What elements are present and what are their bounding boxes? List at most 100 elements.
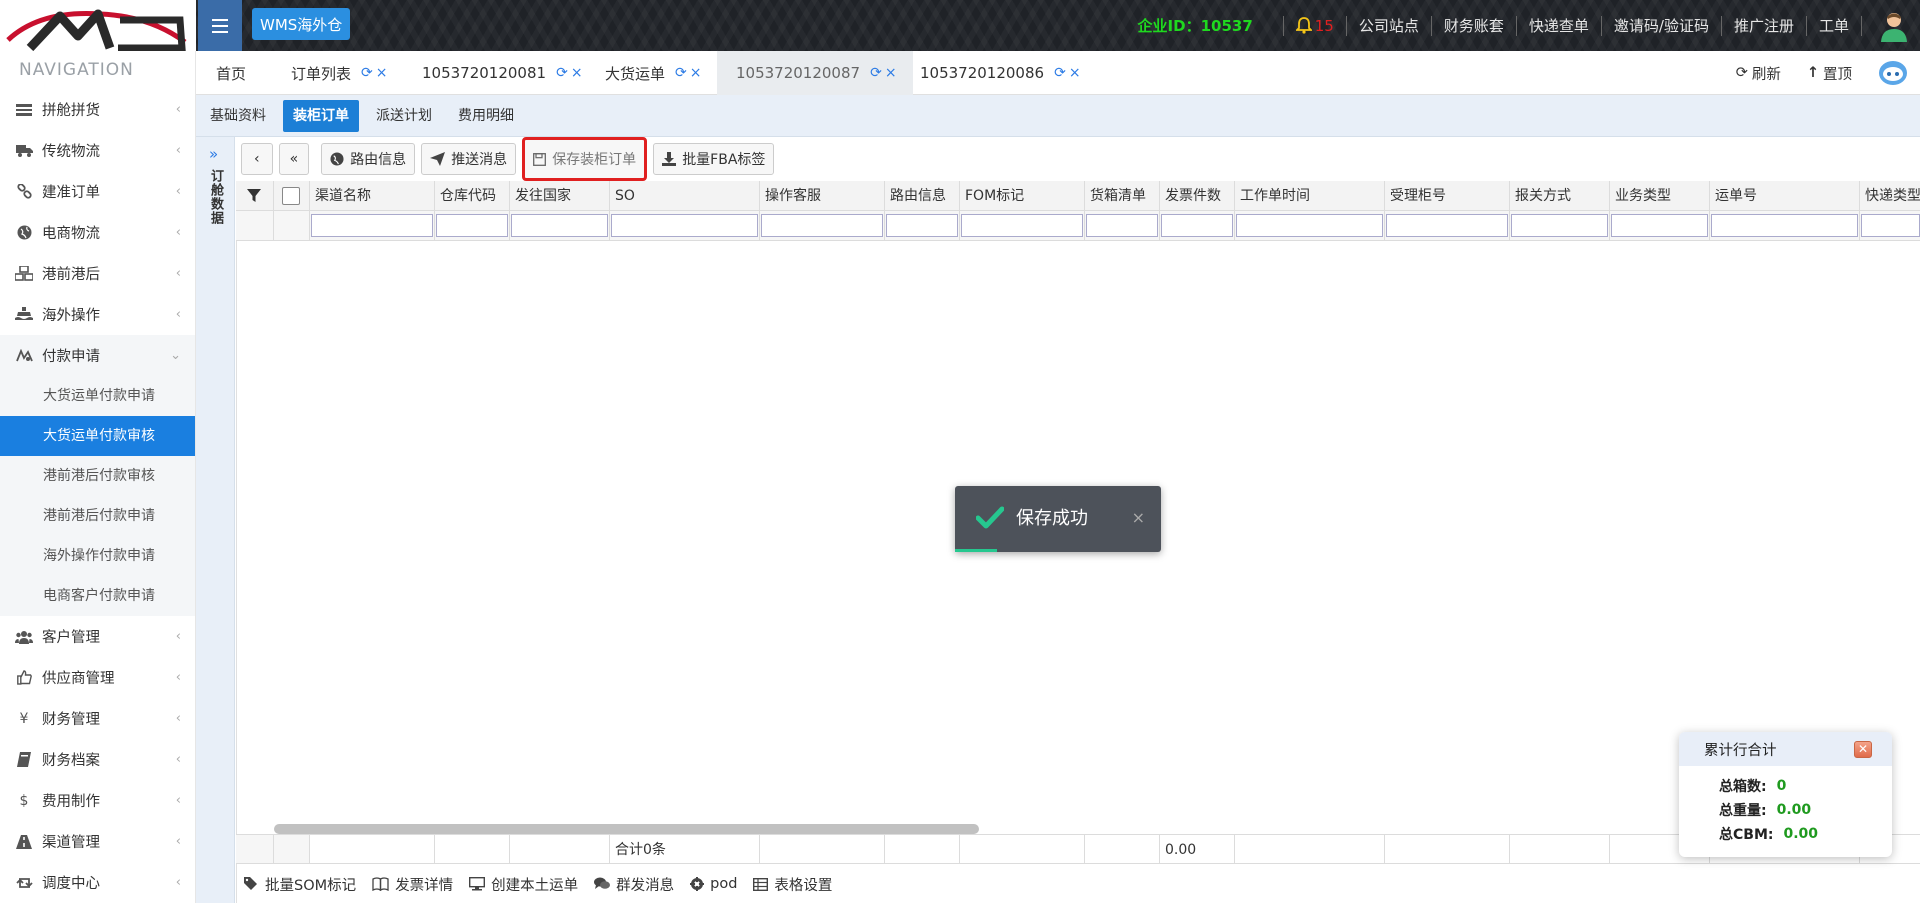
close-icon[interactable]: × bbox=[885, 65, 897, 81]
user-avatar[interactable] bbox=[1878, 10, 1910, 42]
company-site-link[interactable]: 公司站点 bbox=[1359, 15, 1419, 36]
close-icon[interactable]: × bbox=[571, 65, 583, 81]
column-header[interactable]: 仓库代码 bbox=[435, 181, 510, 211]
tab-order-1053720120086[interactable]: 1053720120086 ⟳ × bbox=[920, 51, 1081, 95]
sidebar-item-port-operations[interactable]: 港前港后 ‹ bbox=[0, 253, 195, 294]
close-icon[interactable]: × bbox=[1132, 508, 1145, 527]
create-local-waybill-button[interactable]: 创建本土运单 bbox=[469, 874, 578, 895]
refresh-icon[interactable]: ⟳ bbox=[361, 65, 373, 81]
tab-order-1053720120081[interactable]: 1053720120081 ⟳ × bbox=[422, 51, 583, 95]
tab-home[interactable]: 首页 bbox=[216, 51, 246, 95]
subtab-delivery-plan[interactable]: 派送计划 bbox=[370, 100, 438, 132]
promo-register-link[interactable]: 推广注册 bbox=[1734, 15, 1794, 36]
refresh-icon[interactable]: ⟳ bbox=[1054, 65, 1066, 81]
pod-button[interactable]: pod bbox=[690, 876, 737, 892]
column-header[interactable]: 工作单时间 bbox=[1235, 181, 1385, 211]
horizontal-scrollbar[interactable] bbox=[274, 824, 979, 834]
sidebar-subitem-port-payment-review[interactable]: 港前港后付款审核 bbox=[0, 456, 195, 496]
save-container-order-button[interactable]: 保存装柜订单 bbox=[522, 137, 648, 181]
refresh-icon[interactable]: ⟳ bbox=[675, 65, 687, 81]
sidebar-subitem-bulk-payment-review[interactable]: 大货运单付款审核 bbox=[0, 416, 195, 456]
chat-robot-icon[interactable] bbox=[1878, 60, 1908, 86]
column-header[interactable]: 操作客服 bbox=[760, 181, 885, 211]
subtab-basic-info[interactable]: 基础资料 bbox=[204, 100, 272, 132]
close-icon[interactable]: × bbox=[690, 65, 702, 81]
filter-input[interactable] bbox=[1710, 211, 1860, 241]
notifications-button[interactable]: 15 bbox=[1295, 17, 1334, 35]
subtab-fee-details[interactable]: 费用明细 bbox=[452, 100, 520, 132]
subtab-container-orders[interactable]: 装柜订单 bbox=[283, 100, 359, 132]
filter-input[interactable] bbox=[510, 211, 610, 241]
sidebar-item-payment-requests[interactable]: 付款申请 ⌄ bbox=[0, 335, 195, 376]
sidebar-item-dispatch-center[interactable]: 调度中心 ‹ bbox=[0, 862, 195, 903]
filter-input[interactable] bbox=[885, 211, 960, 241]
column-header[interactable]: 发往国家 bbox=[510, 181, 610, 211]
filter-input[interactable] bbox=[435, 211, 510, 241]
column-header[interactable]: 货箱清单 bbox=[1085, 181, 1160, 211]
filter-input[interactable] bbox=[1385, 211, 1510, 241]
expand-icon[interactable]: » bbox=[209, 145, 218, 163]
filter-input[interactable] bbox=[960, 211, 1085, 241]
sidebar-item-consolidation[interactable]: 拼舱拼货 ‹ bbox=[0, 89, 195, 130]
filter-input[interactable] bbox=[1160, 211, 1235, 241]
sidebar-item-customer-management[interactable]: 客户管理 ‹ bbox=[0, 616, 195, 657]
column-header[interactable]: 报关方式 bbox=[1510, 181, 1610, 211]
sidebar-subitem-port-payment-request[interactable]: 港前港后付款申请 bbox=[0, 496, 195, 536]
group-message-button[interactable]: 群发消息 bbox=[594, 874, 674, 895]
column-header[interactable]: 路由信息 bbox=[885, 181, 960, 211]
refresh-icon[interactable]: ⟳ bbox=[870, 65, 882, 81]
sidebar-item-channel-management[interactable]: 渠道管理 ‹ bbox=[0, 821, 195, 862]
close-icon[interactable]: × bbox=[1069, 65, 1081, 81]
column-header[interactable]: 快递类型 bbox=[1860, 181, 1920, 211]
filter-input[interactable] bbox=[610, 211, 760, 241]
work-order-link[interactable]: 工单 bbox=[1819, 15, 1849, 36]
sidebar-item-fee-creation[interactable]: $ 费用制作 ‹ bbox=[0, 780, 195, 821]
batch-fba-label-button[interactable]: 批量FBA标签 bbox=[653, 143, 775, 175]
prev-button[interactable]: ‹ bbox=[241, 143, 273, 175]
column-header[interactable]: 发票件数 bbox=[1160, 181, 1235, 211]
filter-input[interactable] bbox=[1085, 211, 1160, 241]
sidebar-subitem-overseas-payment-request[interactable]: 海外操作付款申请 bbox=[0, 536, 195, 576]
filter-input[interactable] bbox=[760, 211, 885, 241]
batch-som-button[interactable]: 批量SOM标记 bbox=[244, 874, 356, 895]
route-info-button[interactable]: 路由信息 bbox=[321, 143, 416, 175]
tab-order-list[interactable]: 订单列表 ⟳ × bbox=[291, 51, 387, 95]
sidebar-item-standard-orders[interactable]: 建准订单 ‹ bbox=[0, 171, 195, 212]
column-header[interactable]: SO bbox=[610, 181, 760, 211]
filter-icon[interactable] bbox=[236, 181, 274, 211]
column-header[interactable]: 业务类型 bbox=[1610, 181, 1710, 211]
tab-order-1053720120087[interactable]: 1053720120087 ⟳ × bbox=[717, 51, 913, 95]
wms-badge[interactable]: WMS海外仓 bbox=[252, 8, 351, 40]
sidebar-item-overseas-operations[interactable]: 海外操作 ‹ bbox=[0, 294, 195, 335]
filter-input[interactable] bbox=[1235, 211, 1385, 241]
sidebar-subitem-ecommerce-payment-request[interactable]: 电商客户付款申请 bbox=[0, 576, 195, 616]
select-all-checkbox[interactable] bbox=[274, 181, 310, 211]
filter-input[interactable] bbox=[1510, 211, 1610, 241]
close-icon[interactable]: × bbox=[376, 65, 388, 81]
column-header[interactable]: 受理柜号 bbox=[1385, 181, 1510, 211]
refresh-icon[interactable]: ⟳ bbox=[556, 65, 568, 81]
sidebar-item-traditional-logistics[interactable]: 传统物流 ‹ bbox=[0, 130, 195, 171]
filter-input[interactable] bbox=[1860, 211, 1920, 241]
tab-bulk-waybill[interactable]: 大货运单 ⟳ × bbox=[605, 51, 701, 95]
table-settings-button[interactable]: 表格设置 bbox=[753, 874, 832, 895]
column-header[interactable]: 运单号 bbox=[1710, 181, 1860, 211]
filter-input[interactable] bbox=[310, 211, 435, 241]
filter-input[interactable] bbox=[1610, 211, 1710, 241]
close-icon[interactable]: ✕ bbox=[1854, 741, 1872, 758]
finance-accounts-link[interactable]: 财务账套 bbox=[1444, 15, 1504, 36]
sidebar-item-finance-archives[interactable]: 财务档案 ‹ bbox=[0, 739, 195, 780]
column-header[interactable]: 渠道名称 bbox=[310, 181, 435, 211]
sidebar-item-ecommerce-logistics[interactable]: 电商物流 ‹ bbox=[0, 212, 195, 253]
sidebar-subitem-bulk-payment-request[interactable]: 大货运单付款申请 bbox=[0, 376, 195, 416]
invite-code-link[interactable]: 邀请码/验证码 bbox=[1614, 15, 1709, 36]
sidebar-item-finance-management[interactable]: ¥ 财务管理 ‹ bbox=[0, 698, 195, 739]
refresh-button[interactable]: ⟳ 刷新 bbox=[1736, 63, 1781, 84]
sidebar-item-supplier-management[interactable]: 供应商管理 ‹ bbox=[0, 657, 195, 698]
top-button[interactable]: ↑ 置顶 bbox=[1807, 63, 1852, 84]
menu-toggle-button[interactable] bbox=[198, 0, 242, 51]
column-header[interactable]: FOM标记 bbox=[960, 181, 1085, 211]
express-tracking-link[interactable]: 快递查单 bbox=[1529, 15, 1589, 36]
push-message-button[interactable]: 推送消息 bbox=[421, 143, 517, 175]
first-button[interactable]: « bbox=[278, 143, 310, 175]
